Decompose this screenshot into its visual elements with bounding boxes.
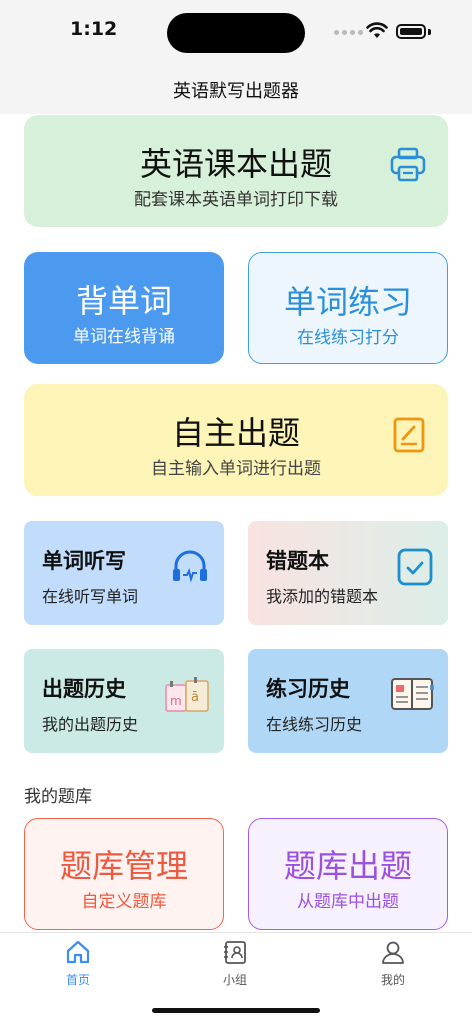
calendar-cards-icon: m ā: [165, 677, 209, 712]
tile-subtitle: 我添加的错题本: [266, 587, 379, 606]
tile-title: 单词听写: [42, 549, 126, 573]
tile-subtitle: 在线练习历史: [266, 715, 363, 734]
svg-text:m: m: [170, 694, 182, 708]
card-subtitle: 单词在线背诵: [73, 327, 175, 347]
tile-subtitle: 我的出题历史: [42, 715, 139, 734]
headphones-icon: [173, 550, 207, 583]
home-icon: [66, 940, 90, 964]
contacts-card-icon: [224, 941, 246, 964]
tile-title: 出题历史: [42, 677, 126, 701]
dynamic-island: [167, 13, 305, 53]
home-indicator: [152, 1008, 320, 1013]
word-dictation-tile[interactable]: 单词听写 在线听写单词: [24, 521, 224, 625]
wifi-icon: [366, 22, 388, 38]
battery-icon: [396, 24, 426, 39]
card-title: 背单词: [75, 282, 172, 320]
status-time: 1:12: [70, 18, 118, 40]
tab-label: 小组: [222, 973, 247, 987]
card-title: 题库出题: [283, 847, 412, 885]
card-subtitle: 自主输入单词进行出题: [151, 459, 321, 479]
page-title: 英语默写出题器: [173, 81, 299, 102]
tab-label: 我的: [380, 973, 405, 987]
cellular-signal-icon: [334, 30, 363, 35]
bank-manage-card[interactable]: 题库管理 自定义题库: [24, 818, 224, 930]
person-icon: [382, 941, 404, 964]
tile-subtitle: 在线听写单词: [42, 587, 139, 606]
checkbox-icon: [397, 548, 433, 586]
tile-title: 练习历史: [266, 677, 350, 701]
svg-text:ā: ā: [191, 690, 199, 705]
card-subtitle: 配套课本英语单词打印下载: [134, 190, 338, 210]
my-bank-section-label: 我的题库: [24, 787, 92, 807]
card-title: 单词练习: [283, 283, 412, 321]
card-subtitle: 在线练习打分: [297, 328, 399, 348]
tile-title: 错题本: [266, 549, 329, 573]
card-subtitle: 从题库中出题: [297, 892, 399, 912]
card-title: 自主出题: [171, 414, 300, 452]
custom-quiz-card[interactable]: 自主出题 自主输入单词进行出题: [24, 384, 448, 496]
notebook-icon: [391, 678, 434, 710]
tab-mine[interactable]: 我的: [353, 939, 433, 988]
bank-quiz-card[interactable]: 题库出题 从题库中出题: [248, 818, 448, 930]
edit-note-icon: [393, 417, 425, 453]
memorize-words-card[interactable]: 背单词 单词在线背诵: [24, 252, 224, 364]
practice-history-tile[interactable]: 练习历史 在线练习历史: [248, 649, 448, 753]
card-title: 题库管理: [59, 847, 188, 885]
card-subtitle: 自定义题库: [81, 892, 167, 912]
tab-group[interactable]: 小组: [195, 939, 275, 988]
textbook-quiz-card[interactable]: 英语课本出题 配套课本英语单词打印下载: [24, 115, 448, 227]
navigation-bar: 英语默写出题器: [0, 66, 472, 114]
status-bar: 1:12: [0, 0, 472, 66]
mistake-book-tile[interactable]: 错题本 我添加的错题本: [248, 521, 448, 625]
printer-icon: [390, 147, 426, 182]
tab-label: 首页: [65, 973, 90, 987]
card-title: 英语课本出题: [139, 145, 332, 183]
tab-home[interactable]: 首页: [38, 939, 118, 988]
word-practice-card[interactable]: 单词练习 在线练习打分: [248, 252, 448, 364]
quiz-history-tile[interactable]: 出题历史 我的出题历史 m ā: [24, 649, 224, 753]
